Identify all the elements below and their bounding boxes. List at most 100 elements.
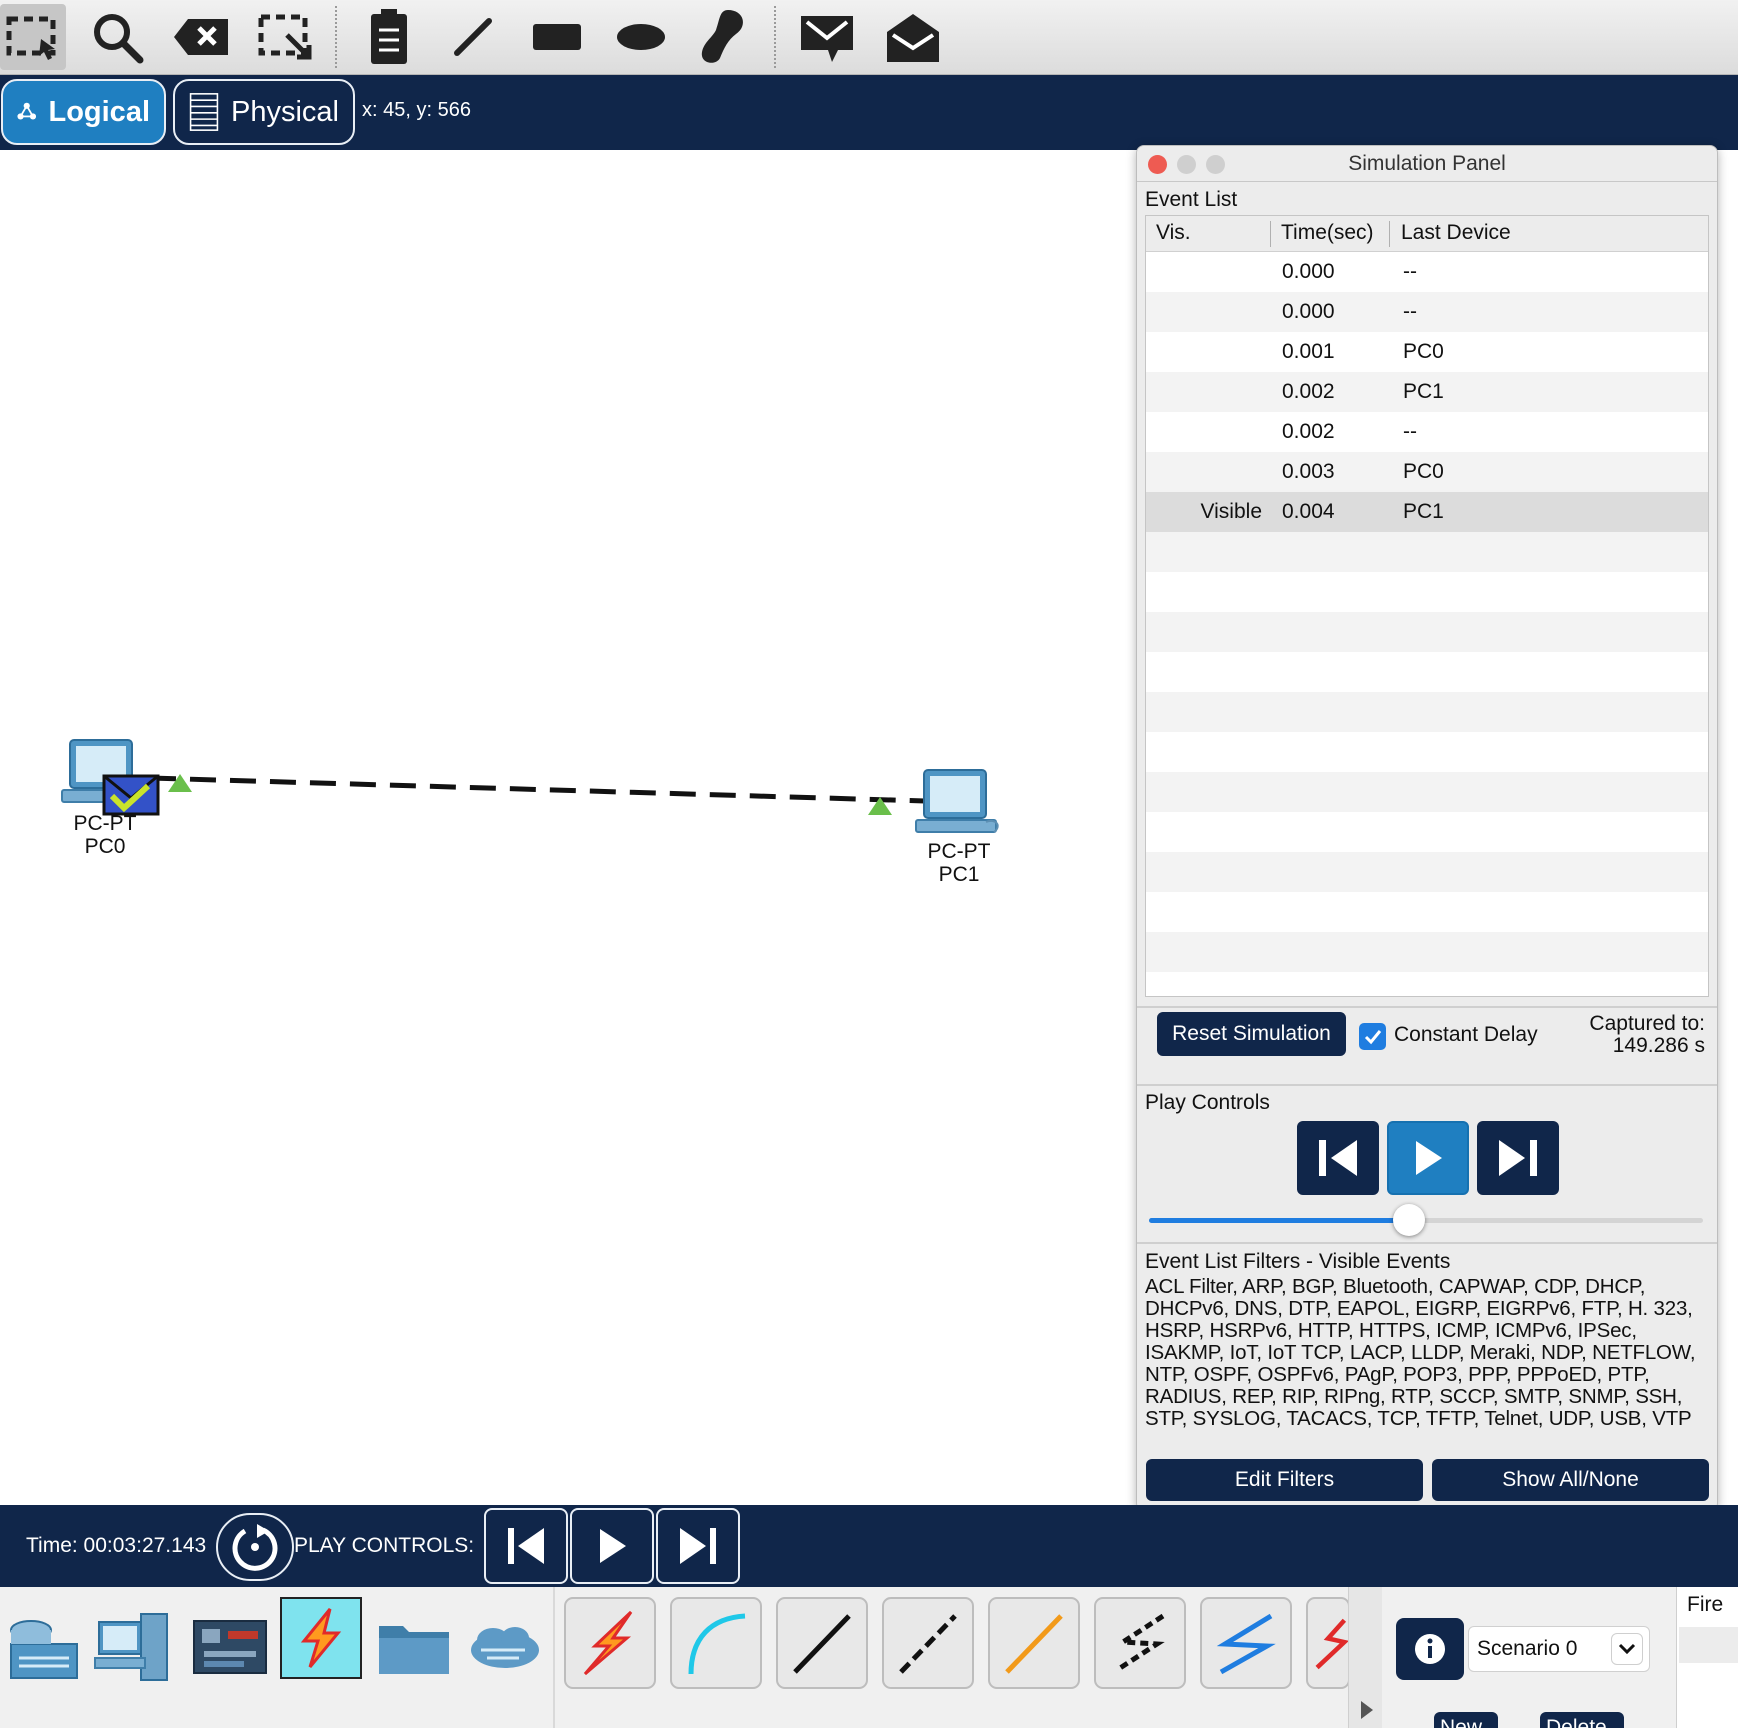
miscellaneous-folder-icon[interactable]	[374, 1607, 454, 1687]
end-devices-icon[interactable]	[92, 1607, 172, 1687]
event-time-cell: 0.003	[1282, 460, 1335, 483]
table-row[interactable]	[1146, 852, 1708, 892]
copper-cross-over-icon[interactable]	[882, 1597, 974, 1689]
step-forward-button[interactable]	[1477, 1121, 1559, 1195]
power-cycle-devices-button[interactable]	[216, 1513, 294, 1581]
col-vis-header[interactable]: Vis.	[1156, 221, 1191, 245]
event-time-cell: 0.004	[1282, 500, 1335, 523]
network-devices-icon[interactable]	[4, 1607, 84, 1687]
add-simple-pdu-icon[interactable]	[794, 4, 860, 70]
table-row[interactable]	[1146, 932, 1708, 972]
tab-physical[interactable]: Physical	[173, 79, 355, 145]
play-speed-slider[interactable]	[1149, 1204, 1703, 1236]
fire-list-row[interactable]	[1679, 1627, 1738, 1663]
table-row[interactable]	[1146, 972, 1708, 996]
delete-scenario-button[interactable]: Delete	[1540, 1712, 1624, 1728]
table-row[interactable]: 0.003 PC0	[1146, 452, 1708, 492]
step-back-button[interactable]	[1297, 1121, 1379, 1195]
workspace-mode-bar: Logical Physical x: 45, y: 566	[0, 75, 1738, 150]
select-tool-icon[interactable]	[0, 4, 66, 70]
fiber-cable-icon[interactable]	[988, 1597, 1080, 1689]
table-row[interactable]: 0.002 PC1	[1146, 372, 1708, 412]
simulation-time: Time: 00:03:27.143	[26, 1534, 207, 1557]
step-forward-icon	[680, 1528, 716, 1564]
table-row[interactable]	[1146, 732, 1708, 772]
edit-filters-button[interactable]: Edit Filters	[1146, 1459, 1423, 1501]
reset-simulation-button[interactable]: Reset Simulation	[1157, 1012, 1346, 1056]
drawer-scrollbar[interactable]	[1348, 1587, 1382, 1728]
play-icon	[1416, 1141, 1442, 1175]
table-row[interactable]	[1146, 612, 1708, 652]
pc0-label[interactable]: PC-PT PC0	[52, 812, 158, 858]
new-scenario-button[interactable]: New	[1434, 1712, 1498, 1728]
automatic-connection-icon[interactable]	[564, 1597, 656, 1689]
table-row[interactable]: 0.000 --	[1146, 252, 1708, 292]
bottom-step-forward-button[interactable]	[656, 1508, 740, 1584]
event-table-header: Vis. Time(sec) Last Device	[1146, 216, 1708, 252]
table-row[interactable]: Visible 0.004 PC1	[1146, 492, 1708, 532]
simulation-panel-titlebar[interactable]: Simulation Panel	[1137, 146, 1717, 182]
copper-straight-through-icon[interactable]	[776, 1597, 868, 1689]
table-row[interactable]	[1146, 652, 1708, 692]
table-row[interactable]	[1146, 572, 1708, 612]
play-button[interactable]	[1387, 1121, 1469, 1195]
col-time-header[interactable]: Time(sec)	[1281, 221, 1374, 245]
step-back-icon	[508, 1528, 544, 1564]
scenario-select[interactable]: Scenario 0	[1468, 1626, 1650, 1672]
table-row[interactable]	[1146, 812, 1708, 852]
col-last-device-header[interactable]: Last Device	[1401, 221, 1511, 245]
pc0-type: PC-PT	[73, 812, 137, 835]
step-forward-icon	[1499, 1140, 1537, 1176]
draw-ellipse-icon[interactable]	[608, 4, 674, 70]
pc1-label[interactable]: PC-PT PC1	[906, 840, 1012, 886]
table-row[interactable]	[1146, 692, 1708, 732]
play-speed-thumb[interactable]	[1393, 1204, 1426, 1236]
freeform-draw-icon[interactable]	[690, 4, 756, 70]
add-complex-pdu-icon[interactable]	[880, 4, 946, 70]
event-device-cell: --	[1403, 260, 1417, 283]
event-time-cell: 0.001	[1282, 340, 1335, 363]
visible-events-list: ACL Filter, ARP, BGP, Bluetooth, CAPWAP,…	[1145, 1275, 1696, 1430]
resize-shape-icon[interactable]	[252, 4, 318, 70]
fire-column-header[interactable]: Fire	[1687, 1593, 1723, 1617]
bottom-play-button[interactable]	[570, 1508, 654, 1584]
show-all-none-button[interactable]: Show All/None	[1432, 1459, 1709, 1501]
realtime-play-bar: Time: 00:03:27.143 PLAY CONTROLS:	[0, 1505, 1738, 1587]
cycle-reset-icon	[232, 1524, 278, 1571]
table-row[interactable]: 0.002 --	[1146, 412, 1708, 452]
topology-diagram	[61, 739, 999, 833]
physical-rack-icon	[189, 93, 219, 131]
constant-delay-checkbox[interactable]	[1359, 1023, 1386, 1050]
scenario-info-button[interactable]	[1396, 1618, 1464, 1680]
bottom-step-back-button[interactable]	[484, 1508, 568, 1584]
multiuser-cloud-icon[interactable]	[464, 1607, 544, 1687]
info-icon	[1415, 1634, 1445, 1664]
tab-logical-label: Logical	[48, 95, 150, 128]
connections-category-icon[interactable]	[280, 1597, 362, 1679]
chevron-down-icon[interactable]	[1611, 1633, 1643, 1665]
inspect-magnifier-icon[interactable]	[84, 4, 150, 70]
draw-rectangle-icon[interactable]	[524, 4, 590, 70]
components-icon[interactable]	[190, 1607, 270, 1687]
play-controls-label: PLAY CONTROLS:	[294, 1534, 475, 1557]
captured-to-readout: Captured to: 149.286 s	[1547, 1013, 1705, 1057]
draw-line-icon[interactable]	[440, 4, 506, 70]
coaxial-cable-icon[interactable]	[1200, 1597, 1292, 1689]
event-vis-cell: Visible	[1200, 500, 1262, 523]
table-row[interactable]	[1146, 532, 1708, 572]
table-row[interactable]: 0.000 --	[1146, 292, 1708, 332]
table-row[interactable]	[1146, 772, 1708, 812]
delete-icon[interactable]	[168, 4, 234, 70]
phone-cable-icon[interactable]	[1094, 1597, 1186, 1689]
event-device-cell: PC0	[1403, 340, 1444, 363]
scroll-right-icon[interactable]	[1351, 1695, 1381, 1725]
console-cable-icon[interactable]	[670, 1597, 762, 1689]
place-note-icon[interactable]	[356, 4, 422, 70]
event-time-cell: 0.000	[1282, 260, 1335, 283]
table-row[interactable]	[1146, 892, 1708, 932]
tab-logical[interactable]: Logical	[1, 79, 166, 145]
table-row[interactable]: 0.001 PC0	[1146, 332, 1708, 372]
serial-cable-icon[interactable]	[1306, 1597, 1350, 1689]
captured-to-value: 149.286 s	[1612, 1034, 1705, 1057]
panel-divider	[1137, 1006, 1717, 1008]
